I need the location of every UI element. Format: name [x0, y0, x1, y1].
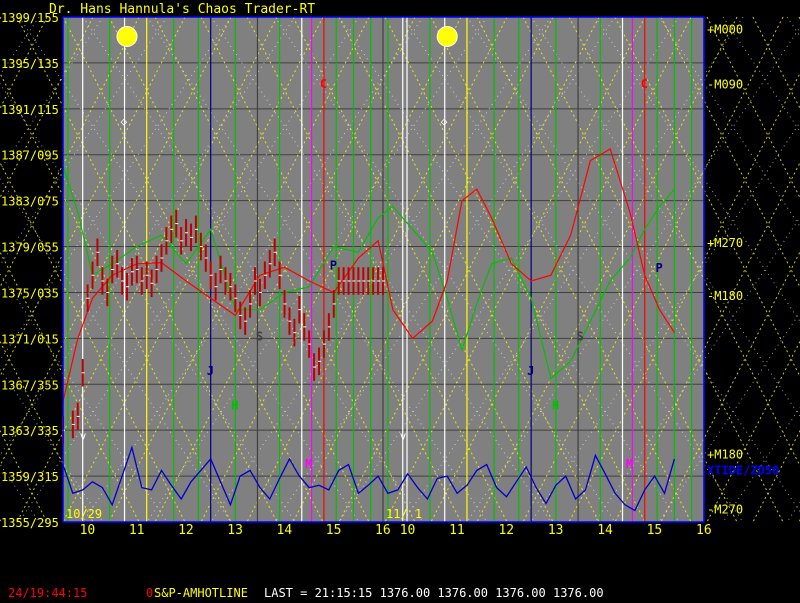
- planet-marker: C: [641, 77, 648, 91]
- status-feed: S&P-AMHOTLINE: [154, 586, 248, 600]
- planet-marker: S: [577, 330, 584, 344]
- right-axis-label: +M270: [707, 236, 743, 250]
- right-axis-label: -M180: [707, 289, 743, 303]
- planet-marker: S: [256, 330, 263, 344]
- planet-marker: M: [305, 457, 312, 471]
- x-hour-label: 13: [227, 523, 243, 538]
- status-bar: 24/19:44:15 0 S&P-AMHOTLINE LAST = 21:15…: [0, 580, 800, 600]
- y-tick-label: 1383/075: [1, 195, 59, 209]
- y-tick-label: 1363/335: [1, 424, 59, 438]
- right-axis-label: XTIDE/ZD50: [707, 463, 779, 477]
- status-quote: LAST = 21:15:15 1376.00 1376.00 1376.00 …: [264, 586, 604, 600]
- diamond-marker: ◇: [441, 115, 448, 128]
- x-hour-label: 15: [647, 523, 663, 538]
- x-hour-label: 10: [400, 523, 416, 538]
- y-tick-label: 1395/135: [1, 57, 59, 71]
- y-tick-label: 1359/315: [1, 470, 59, 484]
- right-axis-label: +M180: [707, 447, 743, 461]
- chart-window: C P S J H M C P S J H Mv ◇ v ◇ 1399/155 1395/135 1391/11…: [0, 0, 800, 600]
- planet-marker: M: [626, 457, 633, 471]
- right-axis-label: +M000: [707, 23, 743, 37]
- planet-marker: J: [207, 364, 214, 378]
- planet-marker: H: [231, 399, 238, 413]
- x-hour-label: 10: [80, 523, 96, 538]
- y-tick-label: 1375/035: [1, 286, 59, 300]
- planet-marker: P: [330, 259, 337, 273]
- x-hour-label: 16: [696, 523, 712, 538]
- x-hour-label: 13: [548, 523, 564, 538]
- planet-marker: C: [320, 77, 327, 91]
- app-title: Dr. Hans Hannula's Chaos Trader-RT: [49, 2, 315, 17]
- x-date-label: 10/29: [66, 507, 102, 521]
- vertex-marker: v: [80, 429, 87, 442]
- diamond-marker: ◇: [121, 115, 128, 128]
- chaos-trader-chart: CPSJHMCPSJHMv◇v◇ 1399/1551395/1351391/11…: [0, 0, 800, 580]
- x-hour-label: 12: [178, 523, 194, 538]
- y-tick-label: 1371/015: [1, 332, 59, 346]
- planet-marker: H: [552, 399, 559, 413]
- x-hour-label: 14: [277, 523, 293, 538]
- right-axis-label: -M090: [707, 78, 743, 92]
- planet-marker: P: [656, 261, 663, 275]
- x-hour-label: 11: [129, 523, 145, 538]
- vertex-marker: v: [400, 429, 407, 442]
- full-moon-icon: [116, 26, 138, 48]
- right-axis-label: -M270: [707, 502, 743, 516]
- y-tick-label: 1379/055: [1, 241, 59, 255]
- x-hour-label: 16: [375, 523, 391, 538]
- planet-marker: J: [527, 364, 534, 378]
- x-date-label: 11/ 1: [386, 507, 422, 521]
- full-moon-icon: [436, 26, 458, 48]
- y-tick-label: 1367/355: [1, 378, 59, 392]
- x-hour-label: 15: [326, 523, 342, 538]
- status-timestamp: 24/19:44:15: [8, 586, 88, 600]
- x-hour-label: 14: [597, 523, 613, 538]
- y-tick-label: 1387/095: [1, 149, 59, 163]
- x-hour-label: 12: [498, 523, 514, 538]
- status-flag: 0: [146, 586, 154, 600]
- y-tick-label: 1355/295: [1, 516, 59, 530]
- y-tick-label: 1391/115: [1, 103, 59, 117]
- x-hour-label: 11: [449, 523, 465, 538]
